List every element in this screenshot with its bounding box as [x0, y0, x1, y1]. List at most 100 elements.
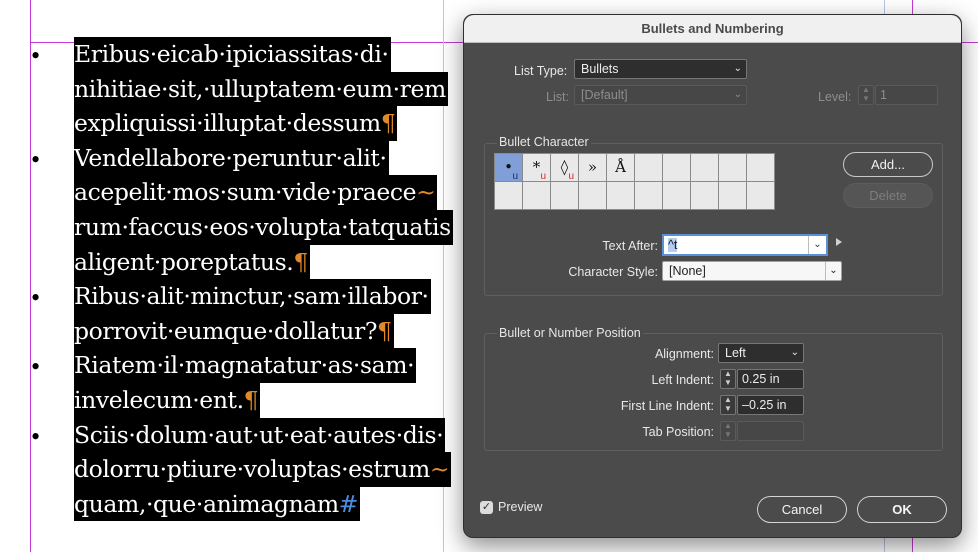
bulleted-text-frame[interactable]: • Eribus·eicab·ipiciassitas·di· nihitiae·s… [0, 37, 453, 522]
bullet-glyph-cell[interactable] [691, 182, 719, 210]
bullet-glyph-cell[interactable]: * u [523, 154, 551, 182]
special-characters-menu-icon[interactable] [836, 238, 842, 246]
glyph: Å [615, 158, 626, 176]
line-text: nihitiae·sit,·ulluptatem·eum·rem [74, 74, 446, 103]
list-value: [Default] [581, 88, 628, 102]
indesign-workspace: • Eribus·eicab·ipiciassitas·di· nihitiae·s… [0, 0, 978, 552]
bullet-glyph: • [31, 421, 41, 451]
bullet-position-title: Bullet or Number Position [497, 326, 643, 340]
first-line-indent-label: First Line Indent: [620, 399, 714, 413]
bullet-glyph-cell[interactable] [607, 182, 635, 210]
bullet-glyph-cell[interactable]: » [579, 154, 607, 182]
chevron-down-icon: ⌄ [733, 89, 742, 100]
selected-text: Vendellabore·peruntur·alit· [74, 140, 389, 176]
selected-text: dolorru·ptiure·voluptas·estrum~ [74, 452, 452, 487]
text-after-input[interactable]: ^t ⌄ [662, 234, 828, 256]
tab-position-field[interactable] [737, 421, 804, 441]
tab-position-label: Tab Position: [642, 425, 714, 439]
paragraph-mark: ¶ [293, 247, 308, 276]
text-line: quam,·que·animagnam# [0, 486, 445, 522]
text-line: nihitiae·sit,·ulluptatem·eum·rem [0, 71, 448, 107]
text-line: • Vendellabore·peruntur·alit· [0, 140, 445, 176]
preview-checkbox[interactable]: ✓ [480, 501, 493, 514]
end-of-story-mark: # [338, 489, 359, 518]
paragraph-mark: ¶ [243, 385, 259, 414]
list-type-select[interactable]: Bullets ⌄ [574, 59, 747, 79]
text-line: invelecum·ent.¶ [0, 382, 445, 418]
bullet-glyph-cell[interactable]: Å [607, 154, 635, 182]
line-text: dolorru·ptiure·voluptas·estrum [74, 455, 430, 484]
list-select[interactable]: [Default] ⌄ [574, 85, 747, 105]
stepper-down-icon: ▼ [724, 430, 732, 439]
bullet-glyph-cell[interactable] [495, 182, 523, 210]
line-text: aligent·poreptatus. [74, 247, 294, 276]
character-style-label: Character Style: [568, 265, 658, 279]
selected-text: quam,·que·animagnam# [74, 486, 361, 522]
level-stepper[interactable]: ▲ ▼ [858, 85, 874, 105]
stepper-down-icon: ▼ [724, 404, 732, 413]
selected-text: invelecum·ent.¶ [74, 382, 261, 418]
bullet-glyph-cell[interactable]: ◊ u [551, 154, 579, 182]
line-text: Eribus·eicab·ipiciassitas·di· [74, 40, 389, 68]
add-button[interactable]: Add... [843, 152, 933, 177]
bullet-glyph-cell[interactable] [747, 154, 775, 182]
text-after-value: ^t [668, 238, 678, 252]
bullet-glyph-cell[interactable] [691, 154, 719, 182]
cancel-button[interactable]: Cancel [757, 496, 847, 523]
bullet-glyph-cell[interactable] [747, 182, 775, 210]
chevron-down-icon: ⌄ [733, 63, 742, 74]
chevron-down-icon[interactable]: ⌄ [808, 236, 826, 254]
bullet-glyph-cell[interactable] [719, 154, 747, 182]
selected-text: rum·faccus·eos·volupta·tatquatis [74, 209, 453, 245]
glyph: * [532, 158, 541, 176]
text-after-label: Text After: [602, 239, 658, 253]
alignment-value: Left [725, 346, 746, 360]
bullet-glyph-cell[interactable] [635, 154, 663, 182]
bullet-glyph: • [31, 144, 41, 174]
line-text: Sciis·dolum·aut·ut·eat·autes·dis· [74, 420, 444, 449]
text-line: aligent·poreptatus.¶ [0, 244, 445, 280]
line-text: acepelit·mos·sum·vide·praece [74, 178, 417, 207]
bullet-glyph: • [31, 283, 41, 313]
chevron-down-icon: ⌄ [825, 262, 841, 280]
ok-button[interactable]: OK [857, 496, 947, 523]
alignment-label: Alignment: [654, 347, 714, 361]
line-text: Riatem·il·magnatatur·as·sam· [74, 351, 415, 380]
glyph: ◊ [560, 158, 569, 176]
selected-text: nihitiae·sit,·ulluptatem·eum·rem [74, 71, 448, 107]
left-indent-label: Left Indent: [651, 373, 714, 387]
selected-text: porrovit·eumque·dollatur?¶ [74, 313, 394, 349]
first-line-indent-field[interactable]: –0.25 in [737, 395, 804, 415]
left-indent-stepper[interactable]: ▲ ▼ [720, 369, 736, 389]
bullet-glyph-cell[interactable] [579, 182, 607, 210]
selected-text: Ribus·alit·minctur,·sam·illabor· [74, 279, 431, 314]
stepper-down-icon: ▼ [862, 94, 870, 103]
text-line: • Sciis·dolum·aut·ut·eat·autes·dis· [0, 417, 446, 453]
bullet-glyph-cell[interactable] [551, 182, 579, 210]
bullet-glyph-cell[interactable] [663, 154, 691, 182]
paragraph-mark: ¶ [380, 109, 396, 138]
preview-label[interactable]: Preview [498, 500, 542, 514]
bullet-glyph-cell[interactable] [663, 182, 691, 210]
bullet-glyph-cell[interactable] [523, 182, 551, 210]
left-indent-field[interactable]: 0.25 in [737, 369, 804, 389]
level-label: Level: [818, 90, 852, 104]
delete-button[interactable]: Delete [843, 183, 933, 208]
bullet-glyph-cell[interactable] [719, 182, 747, 210]
paragraph-mark: ~ [429, 455, 450, 484]
glyph: » [587, 158, 598, 176]
bullet-glyph-cell[interactable] [635, 182, 663, 210]
character-style-select[interactable]: [None] ⌄ [662, 261, 842, 281]
line-text: rum·faccus·eos·volupta·tatquatis [74, 212, 451, 241]
alignment-select[interactable]: Left ⌄ [718, 343, 804, 363]
text-line: • Riatem·il·magnatatur·as·sam· [0, 348, 445, 383]
bullet-glyph-grid: • u * u ◊ u » Å [494, 153, 775, 210]
text-line: rum·faccus·eos·volupta·tatquatis [0, 209, 453, 245]
bullet-glyph-cell[interactable]: • u [495, 154, 523, 182]
bullet-character-title: Bullet Character [497, 135, 591, 149]
text-line: • Eribus·eicab·ipiciassitas·di· [0, 37, 445, 72]
first-line-indent-stepper[interactable]: ▲ ▼ [720, 395, 736, 415]
tab-position-stepper[interactable]: ▲ ▼ [720, 421, 736, 441]
selected-text: aligent·poreptatus.¶ [74, 244, 310, 280]
level-field[interactable]: 1 [875, 85, 938, 105]
